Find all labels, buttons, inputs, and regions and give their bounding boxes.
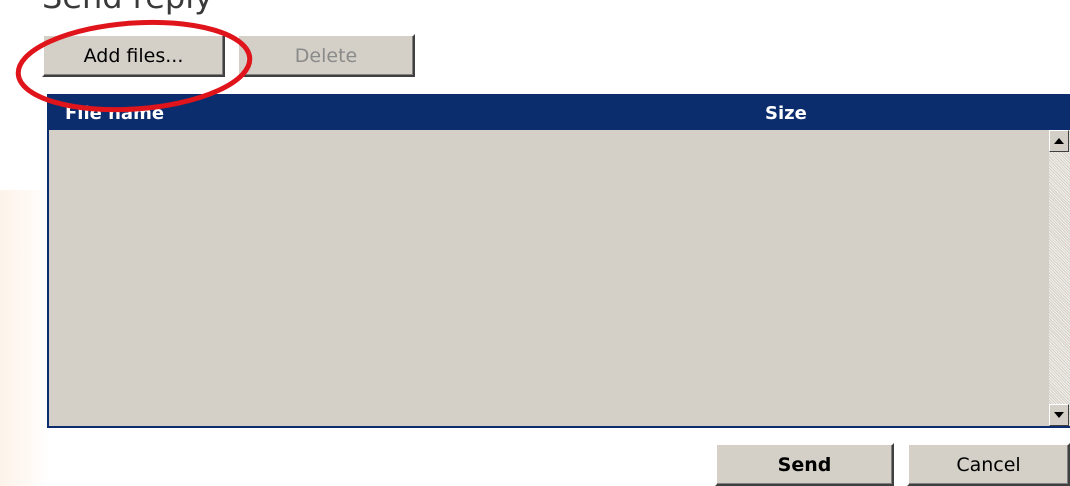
background-fade (0, 190, 48, 486)
page-title: Send reply (42, 0, 213, 16)
arrow-down-icon (1054, 412, 1064, 418)
send-button[interactable]: Send (715, 443, 894, 486)
arrow-up-icon (1054, 138, 1064, 144)
table-header: File name Size (49, 96, 1070, 130)
scroll-down-button[interactable] (1049, 404, 1069, 426)
column-header-file-name[interactable]: File name (65, 103, 164, 124)
delete-button[interactable]: Delete (237, 34, 415, 77)
file-list-table: File name Size (47, 94, 1070, 428)
column-header-size[interactable]: Size (765, 103, 807, 124)
add-files-button[interactable]: Add files... (42, 34, 225, 77)
vertical-scrollbar[interactable] (1049, 130, 1070, 426)
file-list-body[interactable] (49, 130, 1051, 426)
cancel-button[interactable]: Cancel (907, 443, 1070, 486)
scroll-up-button[interactable] (1049, 130, 1069, 152)
